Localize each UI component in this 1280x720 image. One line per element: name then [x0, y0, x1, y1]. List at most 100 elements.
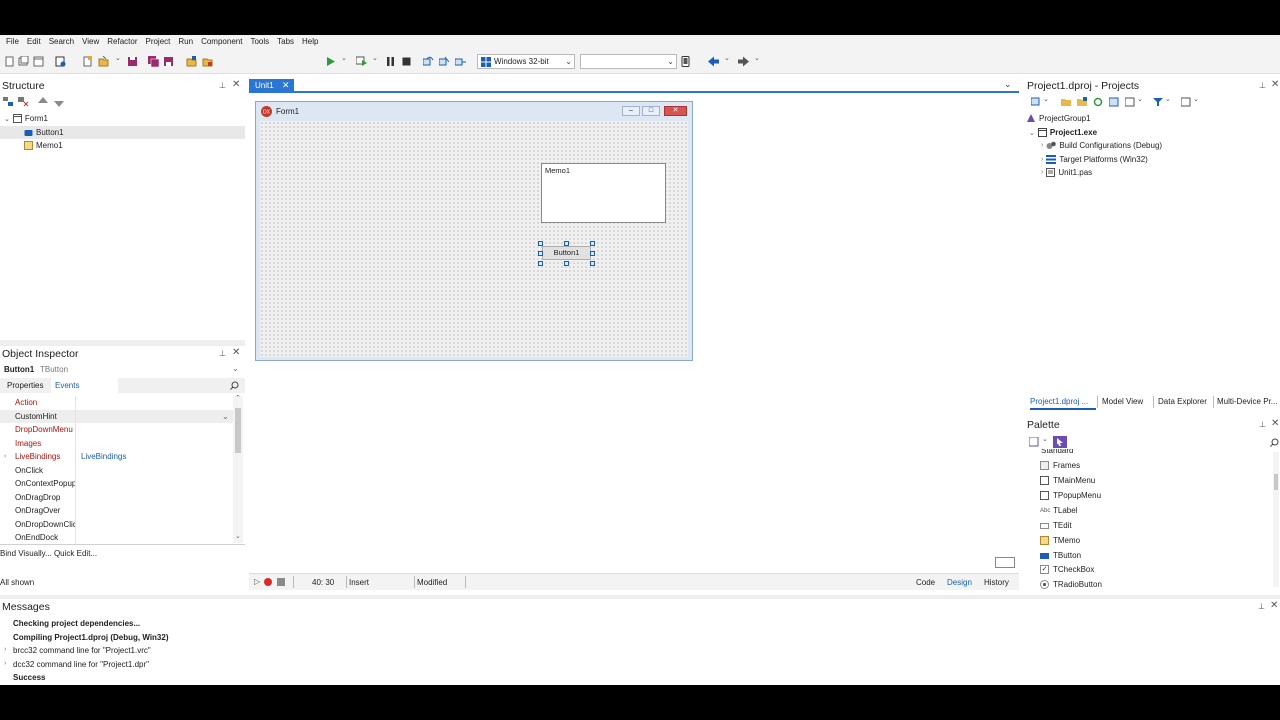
palette-search-input[interactable] [1155, 436, 1270, 448]
event-row[interactable]: OnEndDock [0, 531, 233, 545]
pin-icon[interactable]: ⊥ [219, 81, 226, 90]
form-client-area[interactable]: Memo1 Button1 [260, 121, 688, 357]
dropdown-icon[interactable]: ⌄ [1137, 95, 1143, 103]
inspector-links[interactable]: Bind Visually... Quick Edit... [0, 549, 97, 558]
filter-icon[interactable] [1153, 97, 1163, 107]
back-dropdown-icon[interactable]: ⌄ [724, 54, 730, 62]
resize-handle[interactable] [590, 241, 595, 246]
tabs-dropdown-icon[interactable]: ⌄ [1004, 79, 1012, 90]
close-tab-icon[interactable]: ✕ [282, 80, 290, 91]
structure-item-form1[interactable]: ⌄ Form1 [4, 114, 48, 123]
sync-icon[interactable] [1031, 97, 1041, 107]
menu-run[interactable]: Run [174, 35, 197, 49]
resize-handle[interactable] [564, 261, 569, 266]
resize-handle[interactable] [538, 241, 543, 246]
pointer-tool-icon[interactable] [1053, 436, 1067, 448]
config-select[interactable]: ⌄ [580, 54, 677, 69]
menu-refactor[interactable]: Refactor [103, 35, 141, 49]
collapse-icon[interactable]: ⌄ [1029, 129, 1035, 137]
event-row[interactable]: OnContextPopup [0, 477, 233, 491]
palette-view-icon[interactable] [1029, 437, 1039, 447]
build-icon[interactable] [1109, 97, 1119, 107]
save-as-icon[interactable] [163, 56, 174, 67]
menu-tabs[interactable]: Tabs [273, 35, 298, 49]
scrollbar[interactable]: ⌃ ⌄ [233, 394, 243, 543]
search-icon[interactable] [1270, 438, 1279, 447]
memo1[interactable]: Memo1 [541, 163, 666, 223]
scrollbar-thumb[interactable] [235, 408, 241, 453]
forward-icon[interactable] [738, 56, 749, 67]
palette-item-tedit[interactable]: TEdit [1040, 521, 1072, 530]
project-item-exe[interactable]: ⌄ Project1.exe [1029, 128, 1097, 137]
run-dropdown-icon[interactable]: ⌄ [341, 54, 347, 62]
stop-macro-icon[interactable] [277, 578, 285, 586]
message-line[interactable]: Success [13, 673, 45, 682]
tab-events[interactable]: Events [55, 381, 79, 390]
event-row[interactable]: DropDownMenu [0, 423, 233, 437]
menu-project[interactable]: Project [141, 35, 174, 49]
scroll-down-icon[interactable]: ⌄ [235, 532, 241, 540]
palette-item-tbutton[interactable]: TButton [1040, 551, 1081, 560]
close-icon[interactable]: ✕ [1271, 418, 1279, 429]
scroll-up-icon[interactable]: ⌃ [235, 394, 241, 402]
menu-edit[interactable]: Edit [23, 35, 45, 49]
save-icon[interactable] [127, 56, 138, 67]
palette-item-tmainmenu[interactable]: TMainMenu [1040, 476, 1095, 485]
tab-unit1[interactable]: Unit1 ✕ [249, 79, 294, 93]
record-macro-icon[interactable] [264, 578, 272, 586]
pin-icon[interactable]: ⊥ [1259, 81, 1266, 90]
palette-item-tradiobutton[interactable]: TRadioButton [1040, 580, 1102, 589]
menu-search[interactable]: Search [45, 35, 78, 49]
move-down-icon[interactable] [54, 97, 64, 107]
structure-item-button1[interactable]: Button1 [24, 128, 64, 137]
add-to-project-icon[interactable] [186, 56, 197, 67]
object-selector[interactable]: Button1 TButton ⌄ [0, 363, 245, 377]
tab-design[interactable]: Design [947, 578, 972, 587]
dropdown-icon[interactable]: ⌄ [1042, 435, 1048, 443]
resize-handle[interactable] [564, 241, 569, 246]
tab-code[interactable]: Code [916, 578, 935, 587]
button1[interactable]: Button1 [542, 246, 591, 260]
step-over-icon[interactable] [423, 56, 434, 67]
maximize-icon[interactable]: □ [642, 106, 660, 116]
scrollbar-thumb[interactable] [1274, 474, 1278, 490]
dropdown-icon[interactable]: ⌄ [1043, 95, 1049, 103]
pause-icon[interactable] [385, 56, 396, 67]
event-row[interactable]: OnClick [0, 463, 233, 477]
event-row[interactable]: Action [0, 396, 233, 410]
close-form-icon[interactable]: ✕ [664, 106, 687, 116]
expand-icon[interactable]: › [1041, 169, 1043, 176]
button1-selected[interactable]: Button1 [538, 241, 595, 266]
new-file-icon[interactable] [4, 56, 15, 67]
refresh-icon[interactable] [1093, 97, 1103, 107]
message-line[interactable]: Checking project dependencies... [13, 619, 140, 628]
structure-delete-icon[interactable] [18, 97, 29, 107]
view-icon[interactable] [1125, 97, 1135, 107]
message-line[interactable]: dcc32 command line for "Project1.dpr" [13, 660, 149, 669]
event-row[interactable]: Images [0, 436, 233, 450]
expand-icon[interactable]: › [4, 660, 6, 667]
add-folder-icon[interactable] [1077, 97, 1087, 107]
trace-into-icon[interactable] [439, 56, 450, 67]
run-nodebug-dropdown-icon[interactable]: ⌄ [372, 54, 378, 62]
resize-handle[interactable] [590, 261, 595, 266]
dropdown-icon[interactable]: ⌄ [1165, 95, 1171, 103]
search-icon[interactable] [230, 381, 239, 390]
unit-icon[interactable] [55, 56, 66, 67]
resize-handle[interactable] [538, 251, 543, 256]
palette-category[interactable]: Standard [1041, 449, 1073, 455]
palette-item-tmemo[interactable]: TMemo [1040, 536, 1080, 545]
project-item-unit1[interactable]: › Unit1.pas [1041, 168, 1092, 177]
tab-properties[interactable]: Properties [7, 381, 43, 390]
palette-item-tlabel[interactable]: Abc TLabel [1040, 506, 1077, 515]
event-row[interactable]: OnDropDownClick [0, 517, 233, 531]
expand-icon[interactable]: › [4, 646, 6, 653]
event-row[interactable]: LiveBindings LiveBindings › [0, 450, 233, 464]
palette-item-tcheckbox[interactable]: ✓ TCheckBox [1040, 565, 1094, 574]
collapse-icon[interactable]: ⌄ [4, 115, 10, 123]
event-row[interactable]: OnDragDrop [0, 490, 233, 504]
run-to-cursor-icon[interactable] [455, 56, 466, 67]
tab-model-view[interactable]: Model View [1102, 397, 1143, 406]
expand-icon[interactable]: › [4, 450, 6, 464]
menu-component[interactable]: Component [197, 35, 246, 49]
